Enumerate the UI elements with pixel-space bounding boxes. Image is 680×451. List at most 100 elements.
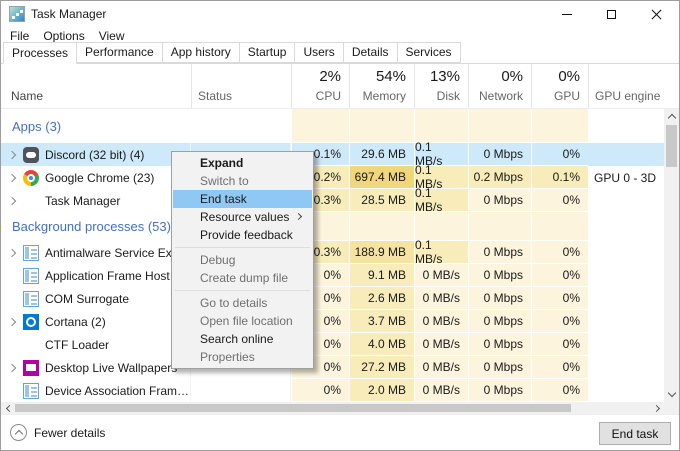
memory-cell: 29.6 MB: [349, 143, 414, 166]
process-name-cell: Cortana (2): [1, 310, 191, 333]
menu-item-end-task[interactable]: End task: [173, 190, 312, 208]
window-title: Task Manager: [31, 7, 106, 21]
process-row[interactable]: Google Chrome (23)0.2%697.4 MB0.1 MB/s0.…: [1, 166, 664, 189]
disk-cell: 0 MB/s: [414, 356, 468, 379]
process-row[interactable]: Device Association Framework ...0%2.0 MB…: [1, 379, 664, 402]
process-name: Cortana (2): [45, 315, 190, 329]
menu-item-debug: Debug: [173, 251, 312, 269]
menu-item-expand[interactable]: Expand: [173, 154, 312, 172]
column-header-disk[interactable]: 13%Disk: [414, 64, 468, 108]
disk-cell: 0 MB/s: [414, 310, 468, 333]
process-name: Device Association Framework ...: [45, 384, 190, 398]
menu-item-provide-feedback[interactable]: Provide feedback: [173, 226, 312, 244]
footer-bar: Fewer details End task: [1, 414, 679, 450]
process-name: Google Chrome (23): [45, 171, 190, 185]
close-button[interactable]: [634, 1, 679, 27]
fewer-details-toggle[interactable]: Fewer details: [10, 424, 105, 441]
group-header-row[interactable]: Background processes (53): [1, 212, 664, 241]
vertical-scrollbar[interactable]: [664, 109, 679, 402]
network-cell: 0 Mbps: [468, 310, 531, 333]
menu-item-label: Switch to: [200, 174, 249, 188]
group-network-cell: [468, 109, 531, 143]
usage-total-disk: 13%: [419, 68, 460, 85]
tab-processes[interactable]: Processes: [3, 42, 77, 64]
process-row[interactable]: Desktop Live Wallpapers0%27.2 MB0 MB/s0 …: [1, 356, 664, 379]
tab-services[interactable]: Services: [397, 42, 461, 63]
process-row[interactable]: Task Manager0.3%28.5 MB0.1 MB/s0 Mbps0%: [1, 189, 664, 212]
group-header-row[interactable]: Apps (3): [1, 109, 664, 143]
menu-item-search-online[interactable]: Search online: [173, 330, 312, 348]
menu-item-label: End task: [200, 192, 247, 206]
menu-item-label: Debug: [200, 253, 235, 267]
column-header-gpu[interactable]: 0%GPU: [531, 64, 588, 108]
gpu-cell: 0%: [531, 356, 588, 379]
group-gpu-engine-cell: [588, 109, 664, 143]
gpu-engine-cell: [588, 333, 664, 356]
expand-chevron-box[interactable]: [1, 175, 23, 181]
menu-item-resource-values[interactable]: Resource values: [173, 208, 312, 226]
column-header-network[interactable]: 0%Network: [468, 64, 531, 108]
usage-label-network: Network: [473, 89, 523, 103]
memory-cell: 9.1 MB: [349, 264, 414, 287]
maximize-button[interactable]: [589, 1, 634, 27]
expand-chevron-box[interactable]: [1, 250, 23, 256]
process-row[interactable]: Cortana (2)0%3.7 MB0 MB/s0 Mbps0%: [1, 310, 664, 333]
scroll-left-arrow[interactable]: [1, 402, 15, 414]
memory-cell: 3.7 MB: [349, 310, 414, 333]
horizontal-scrollbar-thumb[interactable]: [15, 404, 571, 412]
expand-chevron-icon: [8, 363, 16, 371]
memory-cell: 27.2 MB: [349, 356, 414, 379]
status-cell: [191, 379, 291, 402]
scroll-down-arrow[interactable]: [664, 387, 679, 402]
expand-chevron-box[interactable]: [1, 152, 23, 158]
group-disk-cell: [414, 212, 468, 241]
end-task-button[interactable]: End task: [599, 422, 671, 445]
menu-item-create-dump-file: Create dump file: [173, 269, 312, 287]
process-row[interactable]: Discord (32 bit) (4)0.1%29.6 MB0.1 MB/s0…: [1, 143, 664, 166]
expand-chevron-box[interactable]: [1, 198, 23, 204]
tab-strip: ProcessesPerformanceApp historyStartupUs…: [1, 45, 679, 64]
tab-users[interactable]: Users: [294, 42, 343, 63]
gpu-engine-cell: [588, 143, 664, 166]
process-table: Apps (3)Discord (32 bit) (4)0.1%29.6 MB0…: [1, 109, 664, 402]
minimize-button[interactable]: [544, 1, 589, 27]
submenu-arrow-icon: [295, 213, 302, 220]
process-row[interactable]: Application Frame Host0%9.1 MB0 MB/s0 Mb…: [1, 264, 664, 287]
disk-cell: 0 MB/s: [414, 287, 468, 310]
expand-chevron-icon: [8, 196, 16, 204]
memory-cell: 697.4 MB: [349, 166, 414, 189]
gpu-engine-cell: GPU 0 - 3D: [588, 166, 664, 189]
tab-performance[interactable]: Performance: [76, 42, 163, 63]
tab-app-history[interactable]: App history: [162, 42, 240, 63]
cortana-icon: [23, 314, 39, 330]
scroll-up-arrow[interactable]: [664, 109, 679, 124]
chrome-icon: [23, 170, 39, 186]
process-name-cell: Application Frame Host: [1, 264, 191, 287]
process-row[interactable]: CTF Loader0%4.0 MB0 MB/s0 Mbps0%: [1, 333, 664, 356]
gpu-engine-cell: [588, 241, 664, 264]
usage-label-memory: Memory: [354, 89, 406, 103]
column-header-cpu[interactable]: 2%CPU: [291, 64, 349, 108]
scroll-right-arrow[interactable]: [650, 402, 664, 414]
vertical-scrollbar-thumb[interactable]: [666, 125, 677, 167]
menu-item-label: Create dump file: [200, 271, 288, 285]
expand-chevron-box[interactable]: [1, 319, 23, 325]
column-header-name[interactable]: Name: [1, 64, 191, 108]
process-name: Discord (32 bit) (4): [45, 148, 190, 162]
tab-startup[interactable]: Startup: [239, 42, 296, 63]
process-name: Application Frame Host: [45, 269, 190, 283]
process-row[interactable]: COM Surrogate0%2.6 MB0 MB/s0 Mbps0%: [1, 287, 664, 310]
column-header-gpu-engine[interactable]: GPU engine: [588, 64, 664, 108]
column-header-memory[interactable]: 54%Memory: [349, 64, 414, 108]
network-cell: 0 Mbps: [468, 241, 531, 264]
horizontal-scrollbar[interactable]: [1, 402, 664, 414]
process-name-cell: CTF Loader: [1, 333, 191, 356]
column-header-status[interactable]: Status: [191, 64, 291, 108]
tab-details[interactable]: Details: [343, 42, 398, 63]
group-memory-cell: [349, 109, 414, 143]
process-name-cell: Discord (32 bit) (4): [1, 143, 191, 166]
window-icon: [23, 291, 39, 307]
memory-cell: 2.0 MB: [349, 379, 414, 402]
expand-chevron-box[interactable]: [1, 365, 23, 371]
process-row[interactable]: Antimalware Service Executable0.3%188.9 …: [1, 241, 664, 264]
